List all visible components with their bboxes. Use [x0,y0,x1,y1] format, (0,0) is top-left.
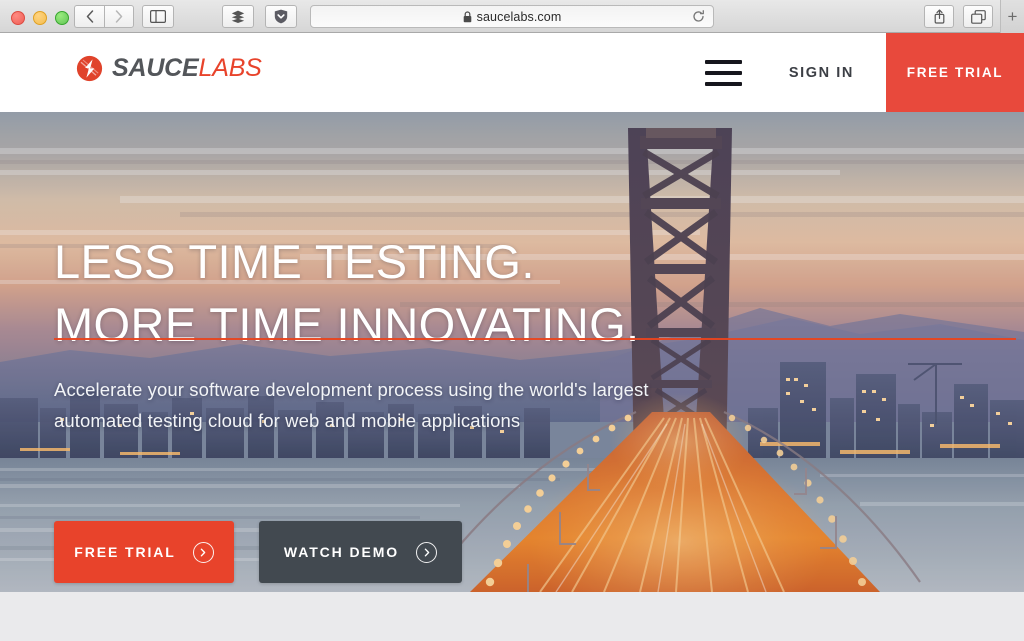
new-tab-button[interactable]: + [1000,0,1024,33]
shield-icon[interactable] [265,5,297,28]
hero-content: LESS TIME TESTING. MORE TIME INNOVATING.… [54,112,1016,592]
arrow-right-circle-icon [192,541,214,563]
window-controls [11,11,69,25]
watch-demo-button[interactable]: WATCH DEMO [259,521,462,583]
sauce-labs-bolt-icon [76,55,103,82]
below-fold-section [0,592,1024,641]
hero-subheading: Accelerate your software development pro… [54,374,654,438]
hero-divider [54,338,1016,340]
watch-demo-button-label: WATCH DEMO [283,544,400,560]
web-page: SAUCELABS SIGN IN FREE TRIAL LESS TIME T… [0,33,1024,641]
hero-headline-line-2: MORE TIME INNOVATING. [54,298,640,352]
show-all-tabs-icon[interactable] [963,5,993,28]
back-button[interactable] [74,5,104,28]
hero-headline-line-1: LESS TIME TESTING. [54,235,535,289]
minimize-button[interactable] [33,11,47,25]
address-bar[interactable]: saucelabs.com [310,5,714,28]
hamburger-bar [705,81,743,86]
zoom-button[interactable] [55,11,69,25]
site-logo[interactable]: SAUCELABS [76,55,262,82]
hero-section: LESS TIME TESTING. MORE TIME INNOVATING.… [0,112,1024,592]
free-trial-button[interactable]: FREE TRIAL [54,521,234,583]
hamburger-bar [705,70,743,75]
main-navigation: SIGN IN FREE TRIAL [691,33,1024,112]
sign-in-link[interactable]: SIGN IN [757,33,886,112]
hamburger-menu-icon[interactable] [691,33,757,112]
close-button[interactable] [11,11,25,25]
url-display: saucelabs.com [463,10,562,24]
browser-window: saucelabs.com + SAUCELABS SIGN IN FREE T… [0,0,1024,641]
logo-word-sauce: SAUCE [112,54,199,82]
logo-wordmark: SAUCELABS [112,56,262,81]
top-sites-icon[interactable] [222,5,254,28]
free-trial-button-label: FREE TRIAL [74,544,176,560]
sidebar-toggle-icon[interactable] [142,5,174,28]
arrow-right-circle-icon [416,541,438,563]
lock-icon [463,10,471,22]
url-text: saucelabs.com [476,9,562,24]
forward-button[interactable] [104,5,134,28]
site-header: SAUCELABS SIGN IN FREE TRIAL [0,33,1024,112]
free-trial-nav-button[interactable]: FREE TRIAL [886,33,1024,112]
logo-word-labs: LABS [198,54,262,82]
browser-toolbar: saucelabs.com + [0,0,1024,33]
hamburger-bar [705,59,743,64]
hero-subheading-line-1: Accelerate your software development pro… [54,378,588,400]
hero-cta-row: FREE TRIAL WATCH DEMO [54,521,462,583]
share-icon[interactable] [924,5,954,28]
reload-icon[interactable] [691,10,705,24]
